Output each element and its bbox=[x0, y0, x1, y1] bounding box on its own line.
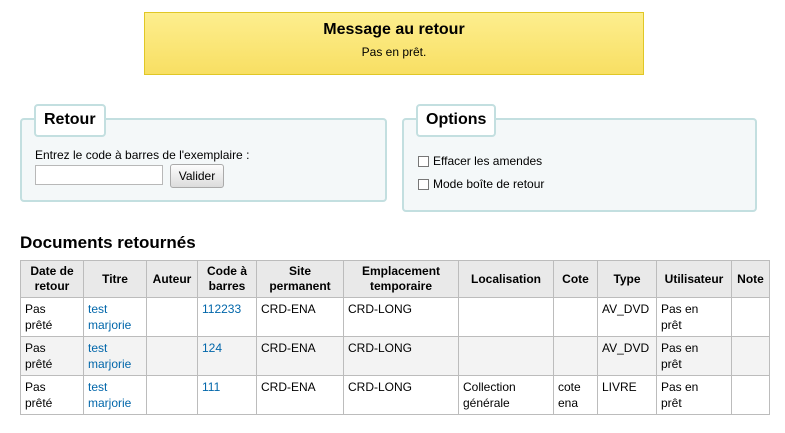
cell-date: Pas prêté bbox=[20, 336, 84, 376]
title-link[interactable]: test marjorie bbox=[88, 380, 131, 410]
returned-items-title: Documents retournés bbox=[20, 233, 196, 252]
barcode-input[interactable] bbox=[35, 165, 163, 185]
cell-localisation bbox=[458, 336, 554, 376]
col-site: Site permanent bbox=[256, 260, 344, 298]
alert-title: Message au retour bbox=[323, 21, 465, 38]
dropbox-mode-label: Mode boîte de retour bbox=[433, 177, 545, 191]
cell-date: Pas prêté bbox=[20, 297, 84, 337]
col-location: Emplacement temporaire bbox=[343, 260, 459, 298]
table-row: Pas prêté test marjorie 111 CRD-ENA CRD-LO… bbox=[20, 375, 770, 415]
cell-user: Pas en prêt bbox=[656, 375, 732, 415]
submit-button[interactable]: Valider bbox=[170, 164, 224, 188]
cell-location: CRD-LONG bbox=[343, 297, 459, 337]
barcode-link[interactable]: 124 bbox=[202, 341, 222, 355]
col-barcode: Code à barres bbox=[197, 260, 257, 298]
cell-note bbox=[731, 336, 770, 376]
clear-fines-checkbox[interactable] bbox=[418, 155, 429, 167]
cell-title: test marjorie bbox=[83, 297, 147, 337]
barcode-link[interactable]: 112233 bbox=[202, 302, 241, 316]
cell-author bbox=[146, 375, 198, 415]
cell-localisation: Collection générale bbox=[458, 375, 554, 415]
cell-author bbox=[146, 336, 198, 376]
options-legend: Options bbox=[416, 104, 497, 137]
barcode-label: Entrez le code à barres de l'exemplaire … bbox=[35, 148, 250, 162]
cell-title: test marjorie bbox=[83, 336, 147, 376]
checkin-message-alert: Message au retour Pas en prêt. bbox=[144, 12, 644, 75]
title-link[interactable]: test marjorie bbox=[88, 341, 131, 371]
cell-site: CRD-ENA bbox=[256, 375, 344, 415]
col-date: Date de retour bbox=[20, 260, 84, 298]
cell-barcode: 111 bbox=[197, 375, 257, 415]
cell-user: Pas en prêt bbox=[656, 336, 732, 376]
option-clear-fines[interactable]: Effacer les amendes bbox=[418, 154, 542, 168]
cell-note bbox=[731, 375, 770, 415]
col-author: Auteur bbox=[146, 260, 198, 298]
cell-note bbox=[731, 297, 770, 337]
col-note: Note bbox=[731, 260, 770, 298]
col-localisation: Localisation bbox=[458, 260, 554, 298]
col-callnumber: Cote bbox=[553, 260, 598, 298]
cell-date: Pas prêté bbox=[20, 375, 84, 415]
table-row: Pas prêté test marjorie 124 CRD-ENA CRD-LO… bbox=[20, 336, 770, 376]
cell-location: CRD-LONG bbox=[343, 375, 459, 415]
dropbox-mode-checkbox[interactable] bbox=[418, 178, 429, 190]
cell-callnumber bbox=[553, 336, 598, 376]
cell-localisation bbox=[458, 297, 554, 337]
clear-fines-label: Effacer les amendes bbox=[433, 154, 543, 168]
col-title: Titre bbox=[83, 260, 147, 298]
cell-barcode: 112233 bbox=[197, 297, 257, 337]
options-fieldset: Options Effacer les amendes Mode boîte d… bbox=[402, 104, 757, 212]
returned-items-table: Date de retour Titre Auteur Code à barres … bbox=[20, 260, 770, 415]
checkin-legend: Retour bbox=[34, 104, 106, 137]
cell-site: CRD-ENA bbox=[256, 297, 344, 337]
alert-text: Pas en prêt. bbox=[361, 45, 427, 59]
checkin-fieldset: Retour Entrez le code à barres de l'exem… bbox=[20, 104, 387, 202]
cell-type: AV_DVD bbox=[597, 297, 657, 337]
cell-type: AV_DVD bbox=[597, 336, 657, 376]
col-user: Utilisateur bbox=[656, 260, 732, 298]
table-row: Pas prêté test marjorie 112233 CRD-ENA CRD… bbox=[20, 297, 770, 337]
table-header-row: Date de retour Titre Auteur Code à barres … bbox=[20, 260, 770, 298]
option-dropbox-mode[interactable]: Mode boîte de retour bbox=[418, 177, 544, 191]
cell-location: CRD-LONG bbox=[343, 336, 459, 376]
cell-callnumber bbox=[553, 297, 598, 337]
title-link[interactable]: test marjorie bbox=[88, 302, 131, 332]
cell-callnumber: cote ena bbox=[553, 375, 598, 415]
barcode-link[interactable]: 111 bbox=[202, 380, 220, 394]
cell-user: Pas en prêt bbox=[656, 297, 732, 337]
cell-barcode: 124 bbox=[197, 336, 257, 376]
cell-site: CRD-ENA bbox=[256, 336, 344, 376]
cell-type: LIVRE bbox=[597, 375, 657, 415]
col-type: Type bbox=[597, 260, 657, 298]
cell-title: test marjorie bbox=[83, 375, 147, 415]
cell-author bbox=[146, 297, 198, 337]
